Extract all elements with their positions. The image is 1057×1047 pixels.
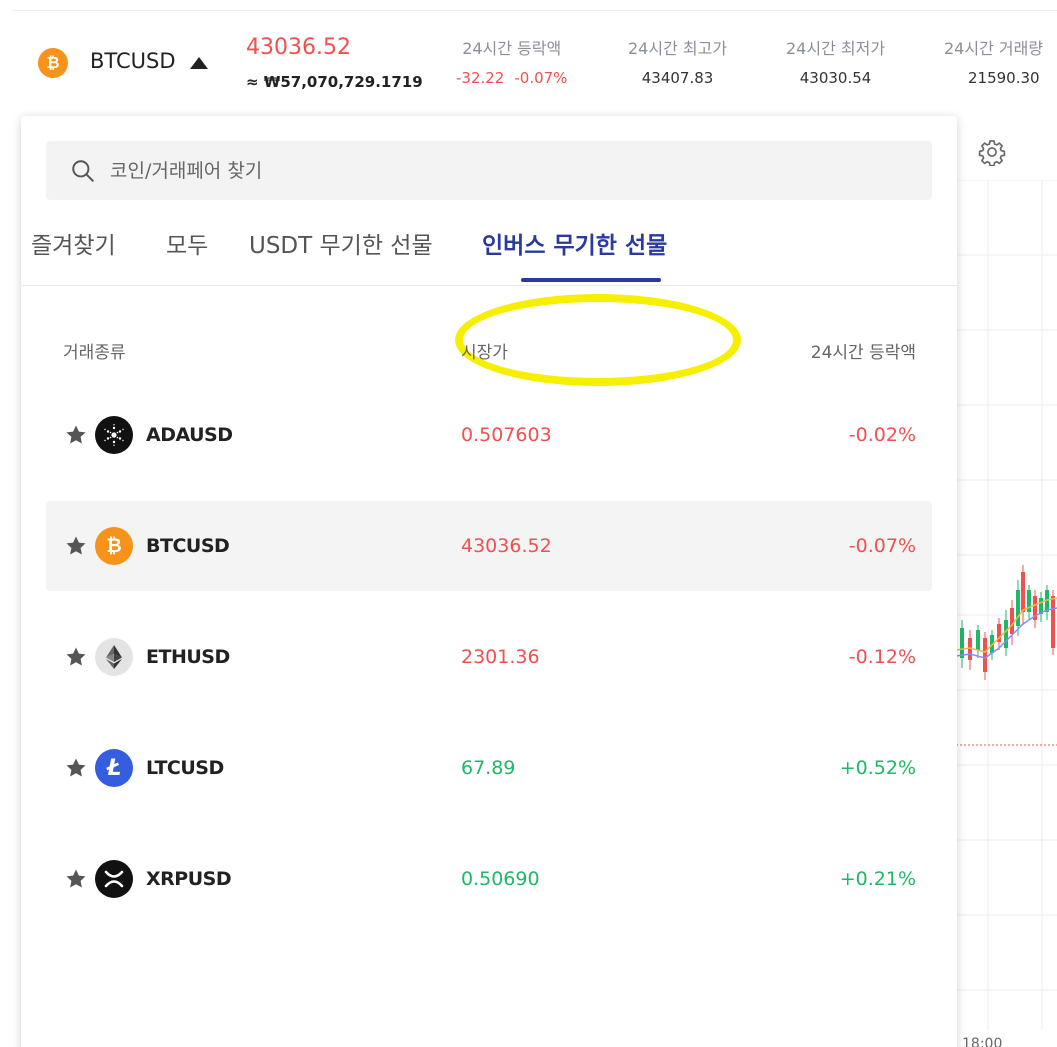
pair-symbol: XRPUSD xyxy=(146,868,232,890)
pair-symbol: BTCUSD xyxy=(146,535,230,557)
pair-change: -0.02% xyxy=(848,424,916,446)
pair-change: +0.52% xyxy=(839,757,916,779)
pair-price: 67.89 xyxy=(461,757,516,779)
tab-favorites[interactable]: 즐겨찾기 xyxy=(31,226,116,260)
stat-label: 24시간 등락액 xyxy=(462,39,562,58)
active-tab-indicator xyxy=(521,278,661,282)
pair-symbol: LTCUSD xyxy=(146,757,224,779)
stat-label: 24시간 최고가 xyxy=(628,39,728,58)
stat-24h-volume: 24시간 거래량 21590.30 xyxy=(944,35,1057,87)
star-icon[interactable] xyxy=(64,756,88,780)
litecoin-icon: Ł xyxy=(95,749,133,787)
star-icon[interactable] xyxy=(64,867,88,891)
pair-change: -0.07% xyxy=(848,535,916,557)
pair-price: 2301.36 xyxy=(461,646,540,668)
star-icon[interactable] xyxy=(64,423,88,447)
ticker-krw-price: ≈ ₩57,070,729.1719 xyxy=(246,73,423,91)
stat-value: 21590.30 xyxy=(968,69,1040,87)
caret-up-icon[interactable] xyxy=(190,57,208,69)
stat-value: -32.22 -0.07% xyxy=(456,69,567,87)
pair-change: -0.12% xyxy=(848,646,916,668)
pair-price: 0.50690 xyxy=(461,868,540,890)
tab-usdt-perpetual[interactable]: USDT 무기한 선물 xyxy=(249,226,433,260)
pair-selector-panel: 즐겨찾기 모두 USDT 무기한 선물 인버스 무기한 선물 거래종류 시장가 … xyxy=(21,116,957,1047)
stat-24h-low: 24시간 최저가 43030.54 xyxy=(786,35,885,87)
stat-value: 43407.83 xyxy=(641,69,714,87)
bitcoin-icon: ₿ xyxy=(95,527,133,565)
search-input[interactable] xyxy=(110,159,890,182)
bitcoin-icon: ₿ xyxy=(38,48,68,78)
star-icon[interactable] xyxy=(64,534,88,558)
gear-icon[interactable] xyxy=(978,138,1006,166)
list-item-ethusd[interactable]: ETHUSD 2301.36 -0.12% xyxy=(46,612,932,702)
chart-time-label: 18:00 xyxy=(962,1036,1003,1047)
tab-all[interactable]: 모두 xyxy=(166,226,208,260)
column-header-change: 24시간 등락액 xyxy=(810,343,916,363)
change-percent: -0.07% xyxy=(514,69,568,87)
tab-inverse-perpetual[interactable]: 인버스 무기한 선물 xyxy=(482,226,667,260)
search-box[interactable] xyxy=(46,141,932,200)
column-header-price: 시장가 xyxy=(461,343,508,363)
cardano-icon xyxy=(95,416,133,454)
stat-label: 24시간 거래량 xyxy=(944,39,1044,58)
tab-bar: 즐겨찾기 모두 USDT 무기한 선물 인버스 무기한 선물 xyxy=(21,216,957,386)
pair-price: 43036.52 xyxy=(461,535,552,557)
list-item-ltcusd[interactable]: Ł LTCUSD 67.89 +0.52% xyxy=(46,723,932,813)
column-header-pair: 거래종류 xyxy=(63,343,126,363)
xrp-icon xyxy=(95,860,133,898)
pair-change: +0.21% xyxy=(839,868,916,890)
stat-value: 43030.54 xyxy=(799,69,872,87)
ticker-bar: ₿ BTCUSD 43036.52 ≈ ₩57,070,729.1719 24시… xyxy=(12,10,1057,110)
stat-24h-change: 24시간 등락액 -32.22 -0.07% xyxy=(456,35,567,87)
change-amount: -32.22 xyxy=(456,69,505,87)
search-icon xyxy=(72,159,94,182)
pair-symbol: ETHUSD xyxy=(146,646,230,668)
ethereum-icon xyxy=(95,638,133,676)
stat-label: 24시간 최저가 xyxy=(786,39,886,58)
list-item-xrpusd[interactable]: XRPUSD 0.50690 +0.21% xyxy=(46,834,932,924)
star-icon[interactable] xyxy=(64,645,88,669)
stat-24h-high: 24시간 최고가 43407.83 xyxy=(628,35,727,87)
ticker-symbol[interactable]: BTCUSD xyxy=(90,49,176,73)
pair-symbol: ADAUSD xyxy=(146,424,233,446)
candlestick-chart xyxy=(956,180,1057,1030)
pair-price: 0.507603 xyxy=(461,424,552,446)
ticker-price: 43036.52 xyxy=(246,35,351,60)
list-item-btcusd[interactable]: ₿ BTCUSD 43036.52 -0.07% xyxy=(46,501,932,591)
list-item-adausd[interactable]: ADAUSD 0.507603 -0.02% xyxy=(46,390,932,480)
